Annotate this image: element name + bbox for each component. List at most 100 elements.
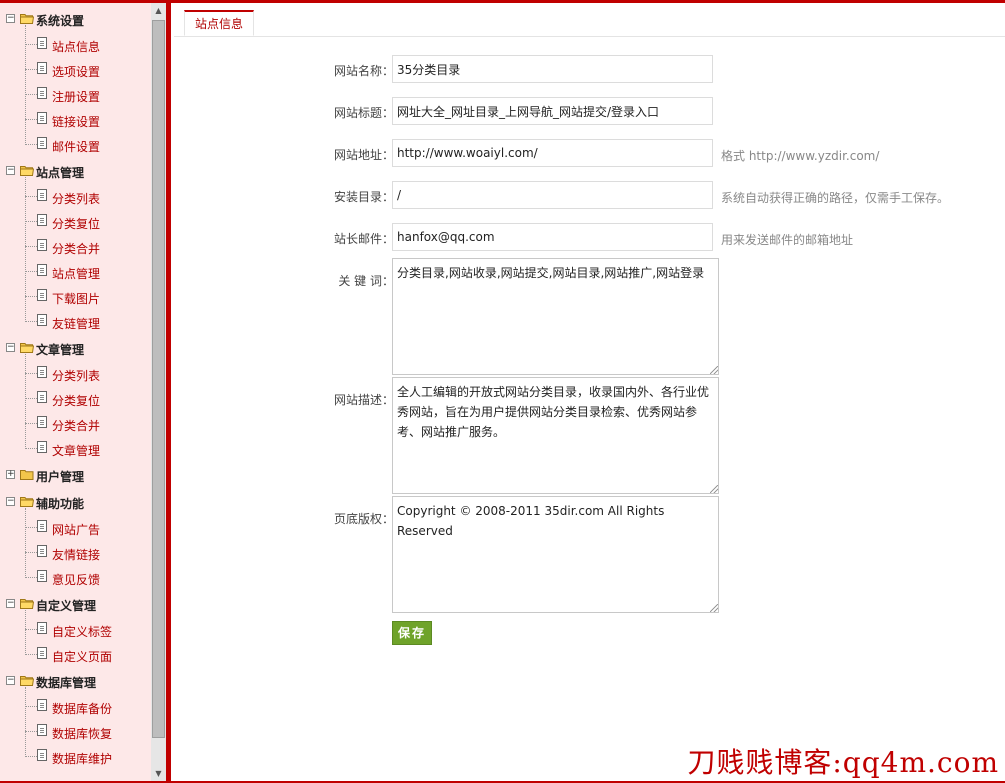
- sidebar-item-label: 选项设置: [52, 65, 101, 79]
- collapse-toggle-icon[interactable]: −: [6, 497, 15, 506]
- watermark-text: 刀贱贱博客:qq4m.com: [687, 746, 999, 779]
- keywords-textarea[interactable]: 分类目录,网站收录,网站提交,网站目录,网站推广,网站登录: [392, 258, 719, 375]
- sidebar-item[interactable]: 自定义标签: [0, 619, 151, 641]
- tree-connector: [25, 196, 37, 197]
- sidebar-item[interactable]: 分类复位: [0, 388, 151, 410]
- sidebar-group-label: 系统设置: [36, 14, 85, 28]
- sidebar-group[interactable]: − 站点管理: [0, 161, 151, 183]
- tree-connector: [25, 756, 37, 757]
- sidebar-group[interactable]: + 用户管理: [0, 465, 151, 487]
- sidebar-item[interactable]: 分类合并: [0, 413, 151, 435]
- tree-connector: [25, 144, 37, 145]
- sidebar-item-label: 数据库恢复: [52, 727, 113, 741]
- folder-open-icon: [20, 496, 35, 507]
- sidebar-item-label: 邮件设置: [52, 140, 101, 154]
- install-dir-hint: 系统自动获得正确的路径，仅需手工保存。: [721, 191, 950, 205]
- sidebar-scrollbar[interactable]: ▲ ▼: [151, 3, 166, 781]
- sidebar-item[interactable]: 选项设置: [0, 59, 151, 81]
- sidebar-item[interactable]: 数据库备份: [0, 696, 151, 718]
- site-url-hint: 格式 http://www.yzdir.com/: [721, 149, 880, 163]
- tab-site-info[interactable]: 站点信息: [184, 10, 255, 36]
- sidebar-item-label: 注册设置: [52, 90, 101, 104]
- description-textarea[interactable]: 全人工编辑的开放式网站分类目录，收录国内外、各行业优秀网站，旨在为用户提供网站分…: [392, 377, 719, 494]
- scroll-up-arrow-icon[interactable]: ▲: [151, 3, 166, 18]
- document-icon: [37, 647, 47, 659]
- site-name-input[interactable]: [392, 55, 713, 83]
- sidebar-item[interactable]: 意见反馈: [0, 567, 151, 589]
- sidebar-item[interactable]: 邮件设置: [0, 134, 151, 156]
- sidebar-group-label: 数据库管理: [36, 676, 97, 690]
- description-label: 网站描述：: [333, 393, 394, 407]
- copyright-textarea[interactable]: Copyright © 2008-2011 35dir.com All Righ…: [392, 496, 719, 613]
- sidebar-item[interactable]: 分类列表: [0, 363, 151, 385]
- document-icon: [37, 112, 47, 124]
- tree-connector: [25, 508, 26, 578]
- folder-open-icon: [20, 342, 35, 353]
- site-url-label: 网站地址：: [333, 148, 394, 162]
- admin-email-label: 站长邮件：: [333, 232, 394, 246]
- sidebar-item[interactable]: 分类复位: [0, 211, 151, 233]
- document-icon: [37, 366, 47, 378]
- resize-grip-icon[interactable]: [710, 485, 718, 493]
- sidebar-item[interactable]: 注册设置: [0, 84, 151, 106]
- sidebar-item-label: 下载图片: [52, 292, 101, 306]
- sidebar-item-label: 分类合并: [52, 419, 101, 433]
- sidebar-item[interactable]: 数据库维护: [0, 746, 151, 768]
- admin-email-input[interactable]: [392, 223, 713, 251]
- tree-connector: [25, 177, 26, 322]
- sidebar-tree: − 系统设置 站点信息 选项设置 注册设置 链接设置 邮件设置 − 站点管理 分类列表 分类复位 分类…: [0, 3, 151, 781]
- folder-open-icon: [20, 165, 35, 176]
- collapse-toggle-icon[interactable]: −: [6, 14, 15, 23]
- tree-connector: [25, 398, 37, 399]
- scrollbar-thumb[interactable]: [152, 20, 165, 738]
- sidebar-group[interactable]: − 自定义管理: [0, 594, 151, 616]
- document-icon: [37, 214, 47, 226]
- resize-grip-icon[interactable]: [710, 604, 718, 612]
- sidebar-item[interactable]: 网站广告: [0, 517, 151, 539]
- sidebar-group-label: 辅助功能: [36, 497, 85, 511]
- sidebar-item[interactable]: 分类列表: [0, 186, 151, 208]
- tree-connector: [25, 321, 37, 322]
- sidebar-item[interactable]: 友链管理: [0, 311, 151, 333]
- sidebar-item-label: 分类合并: [52, 242, 101, 256]
- sidebar-item[interactable]: 文章管理: [0, 438, 151, 460]
- save-button[interactable]: 保存: [392, 621, 432, 645]
- tab-bar: 站点信息: [174, 3, 1005, 37]
- sidebar-item[interactable]: 友情链接: [0, 542, 151, 564]
- document-icon: [37, 416, 47, 428]
- collapse-toggle-icon[interactable]: −: [6, 676, 15, 685]
- sidebar-item[interactable]: 链接设置: [0, 109, 151, 131]
- sidebar-group[interactable]: − 辅助功能: [0, 492, 151, 514]
- tree-connector: [25, 687, 26, 757]
- tree-connector: [25, 69, 37, 70]
- collapse-toggle-icon[interactable]: −: [6, 343, 15, 352]
- sidebar-item[interactable]: 下载图片: [0, 286, 151, 308]
- site-title-input[interactable]: [392, 97, 713, 125]
- document-icon: [37, 520, 47, 532]
- sidebar-group[interactable]: − 文章管理: [0, 338, 151, 360]
- sidebar-item[interactable]: 数据库恢复: [0, 721, 151, 743]
- sidebar-item[interactable]: 站点管理: [0, 261, 151, 283]
- sidebar-item[interactable]: 自定义页面: [0, 644, 151, 666]
- expand-toggle-icon[interactable]: +: [6, 470, 15, 479]
- site-url-input[interactable]: [392, 139, 713, 167]
- sidebar-item-label: 分类列表: [52, 369, 101, 383]
- tree-connector: [25, 448, 37, 449]
- sidebar-group[interactable]: − 系统设置: [0, 9, 151, 31]
- tree-connector: [25, 373, 37, 374]
- resize-grip-icon[interactable]: [710, 366, 718, 374]
- collapse-toggle-icon[interactable]: −: [6, 166, 15, 175]
- tree-connector: [25, 221, 37, 222]
- sidebar-group[interactable]: − 数据库管理: [0, 671, 151, 693]
- sidebar-item-label: 意见反馈: [52, 573, 101, 587]
- collapse-toggle-icon[interactable]: −: [6, 599, 15, 608]
- sidebar-item[interactable]: 站点信息: [0, 34, 151, 56]
- sidebar-item[interactable]: 分类合并: [0, 236, 151, 258]
- tree-connector: [25, 706, 37, 707]
- tree-connector: [25, 354, 26, 449]
- sidebar-group-label: 站点管理: [36, 166, 85, 180]
- tree-connector: [25, 552, 37, 553]
- install-dir-input[interactable]: [392, 181, 713, 209]
- panel-divider: [166, 3, 171, 781]
- scroll-down-arrow-icon[interactable]: ▼: [151, 766, 166, 781]
